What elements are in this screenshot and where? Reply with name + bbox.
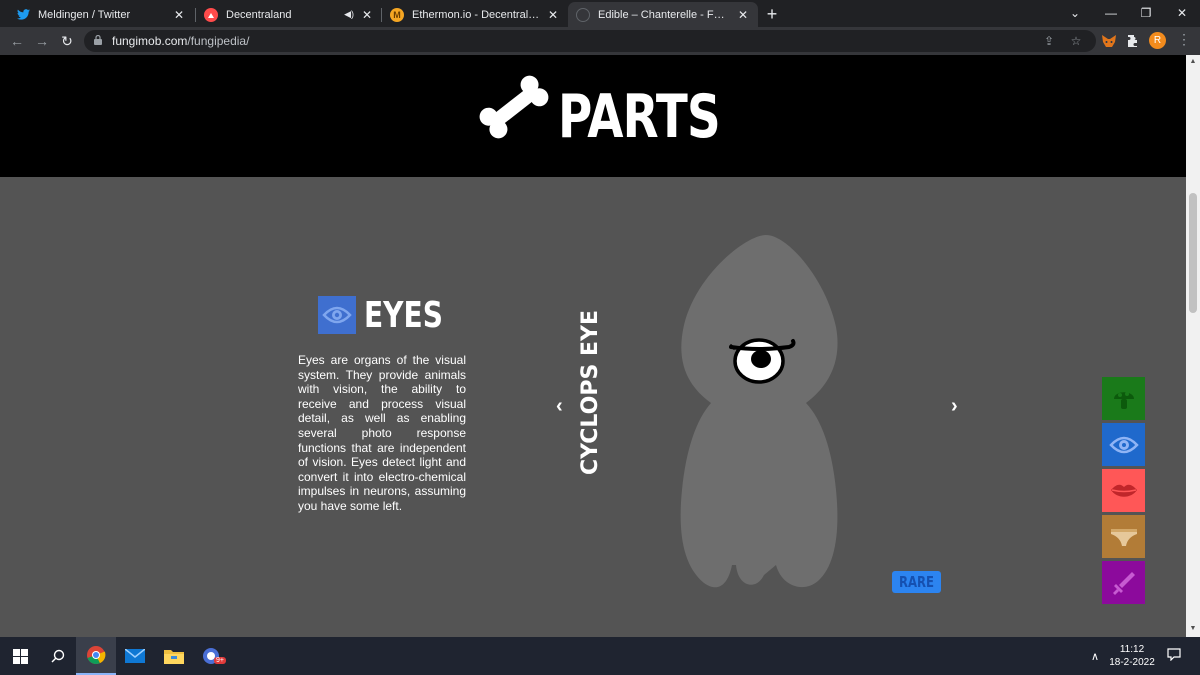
extensions-icon[interactable] <box>1125 33 1141 49</box>
notification-count-badge: 9+ <box>214 657 226 664</box>
search-icon <box>51 649 65 663</box>
page-scrollbar[interactable]: ▲ ▼ <box>1186 55 1200 637</box>
bookmark-star-icon[interactable]: ☆ <box>1069 34 1083 48</box>
reload-button[interactable]: ↻ <box>56 31 78 51</box>
tray-overflow-icon[interactable]: ∧ <box>1091 650 1099 663</box>
close-tab-icon[interactable]: ✕ <box>360 8 374 22</box>
decentraland-icon <box>204 7 218 22</box>
address-bar[interactable]: fungimob.com/fungipedia/ ⇪ ☆ <box>84 30 1096 52</box>
clock-time: 11:12 <box>1119 644 1145 655</box>
url-text: fungimob.com/fungipedia/ <box>112 34 250 48</box>
taskbar-app[interactable]: 9+ <box>193 637 233 675</box>
part-item-name: CYCLOPS EYE <box>578 310 603 475</box>
tab-ethermon[interactable]: M Ethermon.io - Decentralized Wor ✕ <box>382 2 568 27</box>
scroll-up-icon[interactable]: ▲ <box>1189 58 1197 65</box>
chrome-icon <box>87 646 106 665</box>
share-icon[interactable]: ⇪ <box>1042 34 1056 48</box>
tab-twitter[interactable]: Meldingen / Twitter ✕ <box>8 2 194 27</box>
next-arrow-icon[interactable]: › <box>951 395 958 418</box>
fungimob-icon <box>576 7 590 22</box>
section-heading: PARTS <box>558 82 721 152</box>
category-mouth-button[interactable] <box>1102 469 1145 512</box>
search-button[interactable] <box>38 637 78 675</box>
tab-title: Edible – Chanterelle - Fungimob <box>598 8 730 21</box>
scroll-down-icon[interactable]: ▼ <box>1189 625 1197 632</box>
category-mushroom-button[interactable] <box>1102 377 1145 420</box>
clock-date: 18-2-2022 <box>1109 657 1155 668</box>
previous-arrow-icon[interactable]: ‹ <box>556 395 563 418</box>
windows-icon <box>12 648 28 664</box>
category-weapon-button[interactable] <box>1102 561 1145 604</box>
taskbar-mail[interactable] <box>115 637 155 675</box>
start-button[interactable] <box>0 637 40 675</box>
windows-taskbar: 9+ ∧ 11:12 18-2-2022 <box>0 637 1200 675</box>
notifications-icon[interactable] <box>1167 648 1181 664</box>
metamask-icon[interactable] <box>1101 33 1117 49</box>
page-viewport: PARTS EYES Eyes are organs of the visual… <box>0 55 1186 637</box>
sword-icon <box>1112 571 1135 595</box>
tab-decentraland[interactable]: Decentraland ◀) ✕ <box>196 2 382 27</box>
folder-icon <box>164 650 184 664</box>
eye-icon <box>318 296 356 334</box>
scroll-thumb[interactable] <box>1189 193 1197 313</box>
close-tab-icon[interactable]: ✕ <box>546 8 560 22</box>
underwear-icon <box>1110 528 1137 546</box>
bone-icon <box>479 75 549 139</box>
minimize-button[interactable]: — <box>1093 0 1129 27</box>
restore-button[interactable]: ❐ <box>1128 0 1164 27</box>
mushroom-character <box>680 235 838 588</box>
part-description: Eyes are organs of the visual system. Th… <box>298 353 466 513</box>
tab-search-icon[interactable]: ⌄ <box>1057 0 1093 27</box>
new-tab-button[interactable]: + <box>762 4 782 24</box>
forward-button[interactable]: → <box>31 31 53 51</box>
category-underwear-button[interactable] <box>1102 515 1145 558</box>
part-header: EYES <box>318 294 465 336</box>
lock-icon <box>94 35 102 45</box>
tab-title: Ethermon.io - Decentralized Wor <box>412 8 540 21</box>
twitter-icon <box>16 8 30 22</box>
ethermon-icon: M <box>390 7 404 22</box>
taskbar-chrome[interactable] <box>76 637 116 675</box>
tab-title: Decentraland <box>226 8 292 21</box>
close-tab-icon[interactable]: ✕ <box>736 8 750 22</box>
menu-icon[interactable]: ⋮ <box>1177 31 1191 48</box>
taskbar-explorer[interactable] <box>154 637 194 675</box>
section-header: PARTS <box>0 55 1186 177</box>
mushroom-icon <box>1113 391 1134 409</box>
profile-avatar[interactable]: R <box>1149 32 1166 49</box>
category-eyes-button[interactable] <box>1102 423 1145 466</box>
lips-icon <box>1110 484 1137 497</box>
browser-toolbar: ← → ↻ fungimob.com/fungipedia/ ⇪ ☆ R ⋮ <box>0 27 1200 55</box>
rarity-badge: RARE <box>892 571 941 593</box>
back-button[interactable]: ← <box>6 31 28 51</box>
tab-title: Meldingen / Twitter <box>38 8 131 21</box>
tab-fungimob[interactable]: Edible – Chanterelle - Fungimob ✕ <box>568 2 758 27</box>
part-title: EYES <box>364 294 443 336</box>
close-tab-icon[interactable]: ✕ <box>172 8 186 22</box>
mail-icon <box>125 649 145 663</box>
system-clock[interactable]: 11:12 18-2-2022 <box>1106 643 1158 669</box>
close-window-button[interactable]: ✕ <box>1164 0 1200 27</box>
eye-icon <box>1108 436 1139 453</box>
speaker-icon[interactable]: ◀) <box>344 9 354 20</box>
tab-strip: Meldingen / Twitter ✕ Decentraland ◀) ✕ … <box>0 0 1200 27</box>
